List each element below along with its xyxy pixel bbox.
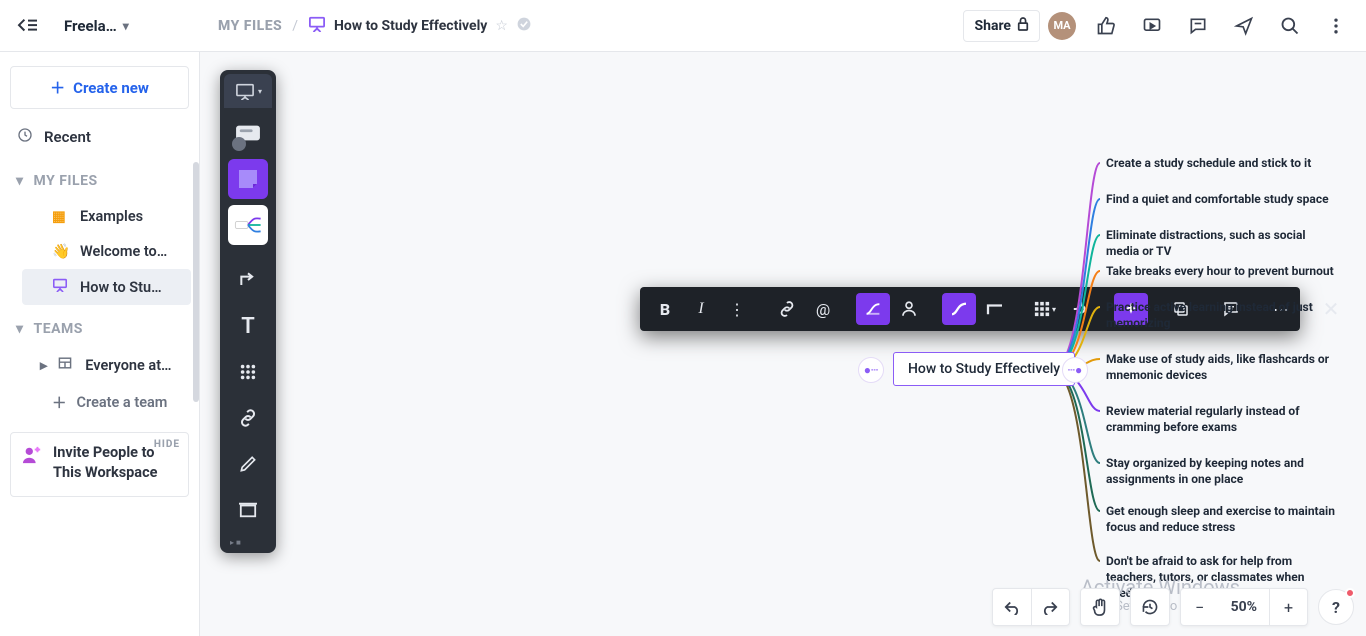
dock-footer[interactable]: ▸ ■ [224,533,272,551]
invite-people-card[interactable]: HIDE Invite People to This Workspace [10,432,189,497]
zoom-level[interactable]: 50% [1219,599,1269,615]
mindmap-branch[interactable]: Take breaks every hour to prevent burnou… [1106,263,1334,279]
present-icon[interactable] [1130,6,1174,46]
topbar-actions: Share MA [963,6,1366,46]
sidebar-file-welcome[interactable]: 👋 Welcome to… [22,234,191,269]
notification-dot [1345,588,1355,598]
tool-mindmap[interactable] [228,205,268,245]
share-button[interactable]: Share [963,10,1040,42]
pan-hand-button[interactable] [1081,588,1119,626]
workspace-selector[interactable]: Freela… ▾ [56,17,200,35]
hide-invite-button[interactable]: HIDE [154,439,180,450]
canvas-controls: − 50% + ? [992,588,1354,626]
tool-arrow[interactable] [228,260,268,300]
caret-icon: ▾ [16,173,24,189]
zoom-in-button[interactable]: + [1269,588,1307,626]
my-files-section-header[interactable]: ▾ MY FILES [8,157,191,199]
recent-nav[interactable]: Recent [8,117,191,157]
sidebar-file-examples[interactable]: ▦ Examples [22,199,191,234]
presentation-icon [308,16,326,36]
caret-icon: ▾ [16,321,24,337]
mindmap-root-node[interactable]: How to Study Effectively [893,352,1075,386]
check-circle-icon[interactable] [516,16,532,36]
history-button[interactable] [1131,588,1169,626]
tool-frame[interactable] [228,490,268,530]
mindmap: How to Study Effectively ●┄ ┄● Create a … [500,107,1366,636]
mindmap-branch[interactable]: Make use of study aids, like flashcards … [1106,351,1336,383]
grid-icon: ▦ [52,208,70,225]
caret-right-icon: ▸ [40,357,47,374]
workspace-name: Freela… [64,17,117,35]
zoom-out-button[interactable]: − [1181,588,1219,626]
mindmap-branch[interactable]: Stay organized by keeping notes and assi… [1106,455,1336,487]
breadcrumb-root[interactable]: MY FILES [218,18,282,34]
clock-icon [16,127,34,147]
canvas[interactable]: ▾ T ▸ ■ B I ⋮ @ [200,52,1366,636]
comment-icon[interactable] [1176,6,1220,46]
plus-icon: ＋ [52,392,67,413]
undo-button[interactable] [993,588,1031,626]
wave-icon: 👋 [52,243,70,260]
document-title[interactable]: How to Study Effectively [334,18,487,34]
create-new-button[interactable]: ＋ Create new [10,66,189,109]
tool-card[interactable] [228,113,268,153]
redo-button[interactable] [1031,588,1069,626]
sidebar-team-everyone[interactable]: ▸ Everyone at… [22,347,191,383]
add-left-handle[interactable]: ●┄ [858,357,884,383]
breadcrumb: MY FILES / How to Study Effectively ☆ [200,16,532,36]
sidebar-file-current[interactable]: How to Stu… [22,269,191,305]
dock-header[interactable]: ▾ [224,74,272,108]
mindmap-branch[interactable]: Review material regularly instead of cra… [1106,403,1336,435]
send-icon[interactable] [1222,6,1266,46]
lock-icon [1017,17,1029,35]
team-icon [57,356,75,374]
teams-section-header[interactable]: ▾ TEAMS [8,305,191,347]
add-right-handle[interactable]: ┄● [1062,357,1088,383]
mindmap-branch[interactable]: Create a study schedule and stick to it [1106,155,1311,171]
presentation-icon [52,278,70,296]
mindmap-branch[interactable]: Find a quiet and comfortable study space [1106,191,1329,207]
user-avatar[interactable]: MA [1048,12,1076,40]
chevron-down-icon: ▾ [123,19,129,33]
create-new-label: Create new [73,79,149,97]
search-icon[interactable] [1268,6,1312,46]
thumbs-up-icon[interactable] [1084,6,1128,46]
tool-dock: ▾ T ▸ ■ [220,70,276,553]
tool-sticky-note[interactable] [228,159,268,199]
collapse-sidebar-button[interactable] [0,17,56,35]
star-icon[interactable]: ☆ [495,18,508,34]
mindmap-branch[interactable]: Get enough sleep and exercise to maintai… [1106,503,1336,535]
tool-shapes[interactable] [228,352,268,392]
people-plus-icon [21,445,43,470]
sidebar-scrollbar[interactable] [193,162,199,402]
mindmap-branch[interactable]: Eliminate distractions, such as social m… [1106,227,1336,259]
tool-text[interactable]: T [228,306,268,346]
tool-link[interactable] [228,398,268,438]
recent-label: Recent [44,128,91,146]
left-sidebar: ＋ Create new Recent ▾ MY FILES ▦ Example… [0,52,200,636]
create-team-button[interactable]: ＋ Create a team [22,383,191,422]
tool-pencil[interactable] [228,444,268,484]
share-label: Share [974,18,1011,34]
top-bar: Freela… ▾ MY FILES / How to Study Effect… [0,0,1366,52]
plus-icon: ＋ [50,77,65,98]
kebab-menu-icon[interactable] [1314,6,1358,46]
breadcrumb-separator: / [292,18,298,34]
help-button[interactable]: ? [1318,589,1354,625]
mindmap-branch[interactable]: Practice active learning instead of just… [1106,299,1336,331]
